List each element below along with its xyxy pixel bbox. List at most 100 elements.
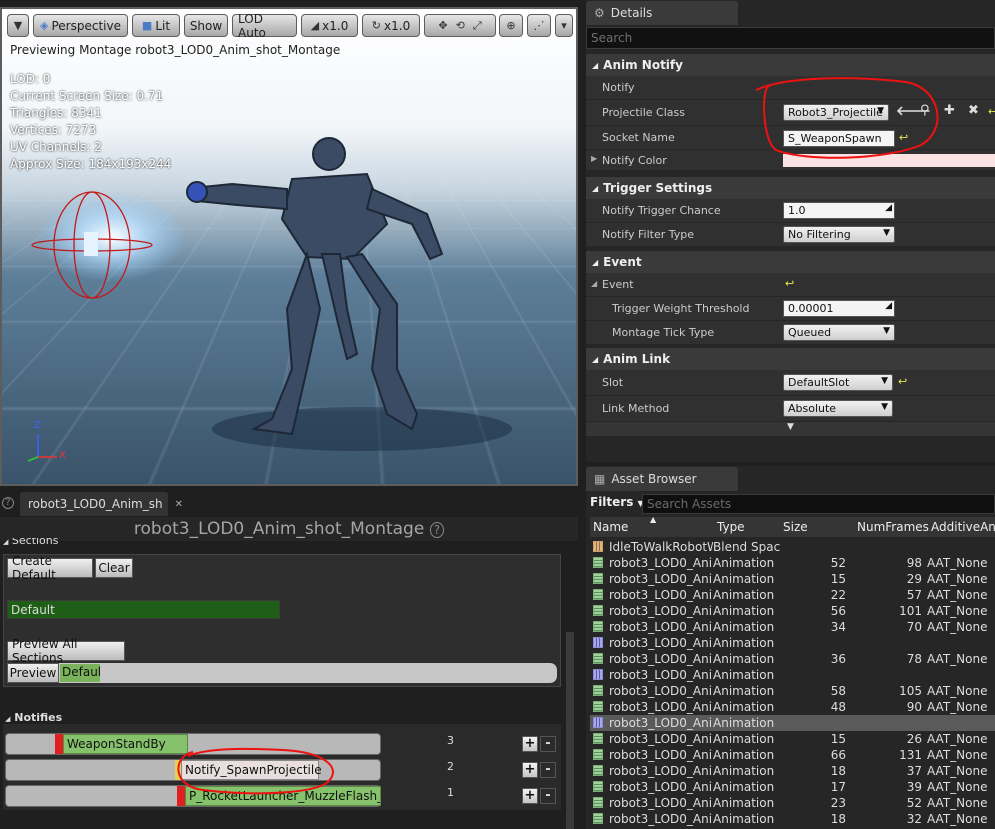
filters-button[interactable]: Filters ▼ <box>590 495 644 509</box>
default-section-bar[interactable]: Default <box>7 600 280 619</box>
filter-type-label: Notify Filter Type <box>602 228 694 241</box>
show-button[interactable]: Show <box>184 14 228 37</box>
add-track-button[interactable]: + <box>522 762 538 778</box>
asset-row[interactable]: robot3_LOD0_Anir Animation 22 57 AAT_None <box>590 587 995 603</box>
preview-viewport[interactable]: Z X ▼ ◈ Perspective ■ Lit Show LOD Auto ◢ x… <box>0 7 578 486</box>
asset-row[interactable]: robot3_LOD0_Anir Animation 66 131 AAT_None <box>590 747 995 763</box>
asset-size: 56 <box>810 604 846 618</box>
tab-asset-browser-label: Asset Browser <box>611 472 696 486</box>
create-default-label: Create Default <box>12 554 88 582</box>
section-event[interactable]: ◢ Event <box>586 251 995 273</box>
notify-marker-icon[interactable] <box>55 734 63 754</box>
preview-all-label: Preview All Sections <box>12 637 120 665</box>
asset-type: Animation <box>713 668 774 682</box>
preview-all-sections-button[interactable]: Preview All Sections <box>7 641 125 661</box>
world-local-button[interactable]: ⊕ <box>499 14 523 37</box>
viewport-options-button[interactable]: ▾ <box>555 14 573 37</box>
transform-toolbar[interactable]: ✥ ⟲ ⤢ <box>424 14 496 37</box>
reset-to-default-icon[interactable]: ↩ <box>785 277 794 290</box>
trigger-chance-label: Notify Trigger Chance <box>602 204 721 217</box>
move-icon[interactable]: ✥ <box>438 19 447 32</box>
sections-header[interactable]: ◢ Sections <box>3 538 59 546</box>
trigger-weight-input[interactable]: 0.00001 ◢ <box>783 300 895 317</box>
remove-track-button[interactable]: - <box>540 788 556 804</box>
preview-section-chip[interactable]: Defaul <box>60 664 100 682</box>
help-icon[interactable]: ? <box>430 522 444 538</box>
turn-rate-label: x1.0 <box>384 19 410 33</box>
lit-button[interactable]: ■ Lit <box>132 14 180 37</box>
asset-search-input[interactable]: Search Assets <box>642 494 995 514</box>
asset-row[interactable]: robot3_LOD0_Anir Animation 56 101 AAT_None <box>590 603 995 619</box>
remove-track-button[interactable]: - <box>540 736 556 752</box>
asset-row[interactable]: robot3_LOD0_Anir Animation 48 90 AAT_None <box>590 699 995 715</box>
clear-button[interactable]: Clear <box>95 558 133 578</box>
asset-size: 36 <box>810 652 846 666</box>
asset-row[interactable]: IdleToWalkRobotW Blend Spac <box>590 539 995 555</box>
tab-asset-browser[interactable]: ▦ Asset Browser <box>586 467 738 491</box>
viewport-menu-button[interactable]: ▼ <box>7 14 29 37</box>
asset-row[interactable]: robot3_LOD0_Anir Animation 23 52 AAT_None <box>590 795 995 811</box>
montage-tick-dropdown[interactable]: Queued ▼ <box>783 324 895 341</box>
animation-icon <box>593 589 603 600</box>
preview-button[interactable]: Preview <box>7 663 59 683</box>
link-method-dropdown[interactable]: Absolute ▼ <box>783 400 893 417</box>
collapse-arrow-icon[interactable]: ◢ <box>591 279 597 288</box>
asset-row[interactable]: robot3_LOD0_Anir Animation 36 78 AAT_None <box>590 651 995 667</box>
close-icon[interactable]: ✕ <box>175 499 183 510</box>
red-highlight-annotation <box>586 0 995 170</box>
animation-icon <box>593 797 603 808</box>
montage-scrollbar[interactable] <box>566 632 574 829</box>
create-default-button[interactable]: Create Default <box>7 558 93 578</box>
event-label: Event <box>602 278 634 291</box>
chevron-down-icon: ▼ <box>14 19 22 32</box>
asset-additive: AAT_None <box>927 812 987 826</box>
turn-rate-button[interactable]: ↻ x1.0 <box>362 14 420 37</box>
column-size[interactable]: Size <box>783 520 808 534</box>
asset-additive: AAT_None <box>927 780 987 794</box>
stat-vertices: Vertices: 7273 <box>10 122 171 139</box>
column-numframes[interactable]: NumFrames <box>857 520 929 534</box>
asset-name: robot3_LOD0_Anir <box>609 604 713 618</box>
filter-type-dropdown[interactable]: No Filtering ▼ <box>783 226 895 243</box>
playback-speed-button[interactable]: ◢ x1.0 <box>301 14 358 37</box>
column-name[interactable]: Name <box>593 520 628 534</box>
asset-row[interactable]: robot3_LOD0_Anir Animation 15 29 AAT_None <box>590 571 995 587</box>
asset-name: robot3_LOD0_Anir <box>609 572 713 586</box>
asset-row[interactable]: robot3_LOD0_Anir Animation 58 105 AAT_None <box>590 683 995 699</box>
tab-montage-label: robot3_LOD0_Anim_sh <box>28 497 163 511</box>
slot-dropdown[interactable]: DefaultSlot ▼ <box>783 374 893 391</box>
asset-row[interactable]: robot3_LOD0_Anir Animation 52 98 AAT_None <box>590 555 995 571</box>
asset-row[interactable]: robot3_LOD0_Anir Animation 17 39 AAT_None <box>590 779 995 795</box>
add-track-button[interactable]: + <box>522 736 538 752</box>
help-icon[interactable]: ? <box>2 497 14 509</box>
reset-to-default-icon[interactable]: ↩ <box>898 375 907 388</box>
add-track-button[interactable]: + <box>522 788 538 804</box>
section-anim-link[interactable]: ◢ Anim Link <box>586 348 995 370</box>
asset-row[interactable]: robot3_LOD0_Anir Animation 34 70 AAT_None <box>590 619 995 635</box>
collapse-arrow-icon: ◢ <box>592 258 598 267</box>
asset-row[interactable]: robot3_LOD0_Anir Animation <box>590 635 995 651</box>
tab-montage[interactable]: robot3_LOD0_Anim_sh ✕ <box>20 492 168 516</box>
asset-row[interactable]: robot3_LOD0_Anir Animation 18 32 AAT_None <box>590 811 995 827</box>
montage-icon <box>593 669 603 680</box>
remove-track-button[interactable]: - <box>540 762 556 778</box>
snap-button[interactable]: ⋰ <box>527 14 551 37</box>
advanced-expand-bar[interactable]: ▼ <box>586 422 995 436</box>
lod-button[interactable]: LOD Auto <box>232 14 297 37</box>
asset-row[interactable]: robot3_LOD0_Anir Animation 15 26 AAT_None <box>590 731 995 747</box>
asset-row[interactable]: robot3_LOD0_Anir Animation <box>590 667 995 683</box>
perspective-button[interactable]: ◈ Perspective <box>33 14 128 37</box>
asset-type: Animation <box>713 700 774 714</box>
asset-additive: AAT_None <box>927 748 987 762</box>
trigger-chance-input[interactable]: 1.0 ◢ <box>783 202 895 219</box>
column-type[interactable]: Type <box>717 520 745 534</box>
scale-icon[interactable]: ⤢ <box>473 19 482 33</box>
asset-row[interactable]: robot3_LOD0_Anir Animation <box>590 715 995 731</box>
column-additive[interactable]: AdditiveAnim <box>931 520 995 534</box>
rotate-icon[interactable]: ⟲ <box>456 19 465 32</box>
asset-name: robot3_LOD0_Anir <box>609 796 713 810</box>
asset-row[interactable]: robot3_LOD0_Anir Animation 18 37 AAT_None <box>590 763 995 779</box>
asset-type: Animation <box>713 732 774 746</box>
notify-weaponstandby-label: WeaponStandBy <box>67 737 166 751</box>
section-trigger-settings[interactable]: ◢ Trigger Settings <box>586 177 995 199</box>
